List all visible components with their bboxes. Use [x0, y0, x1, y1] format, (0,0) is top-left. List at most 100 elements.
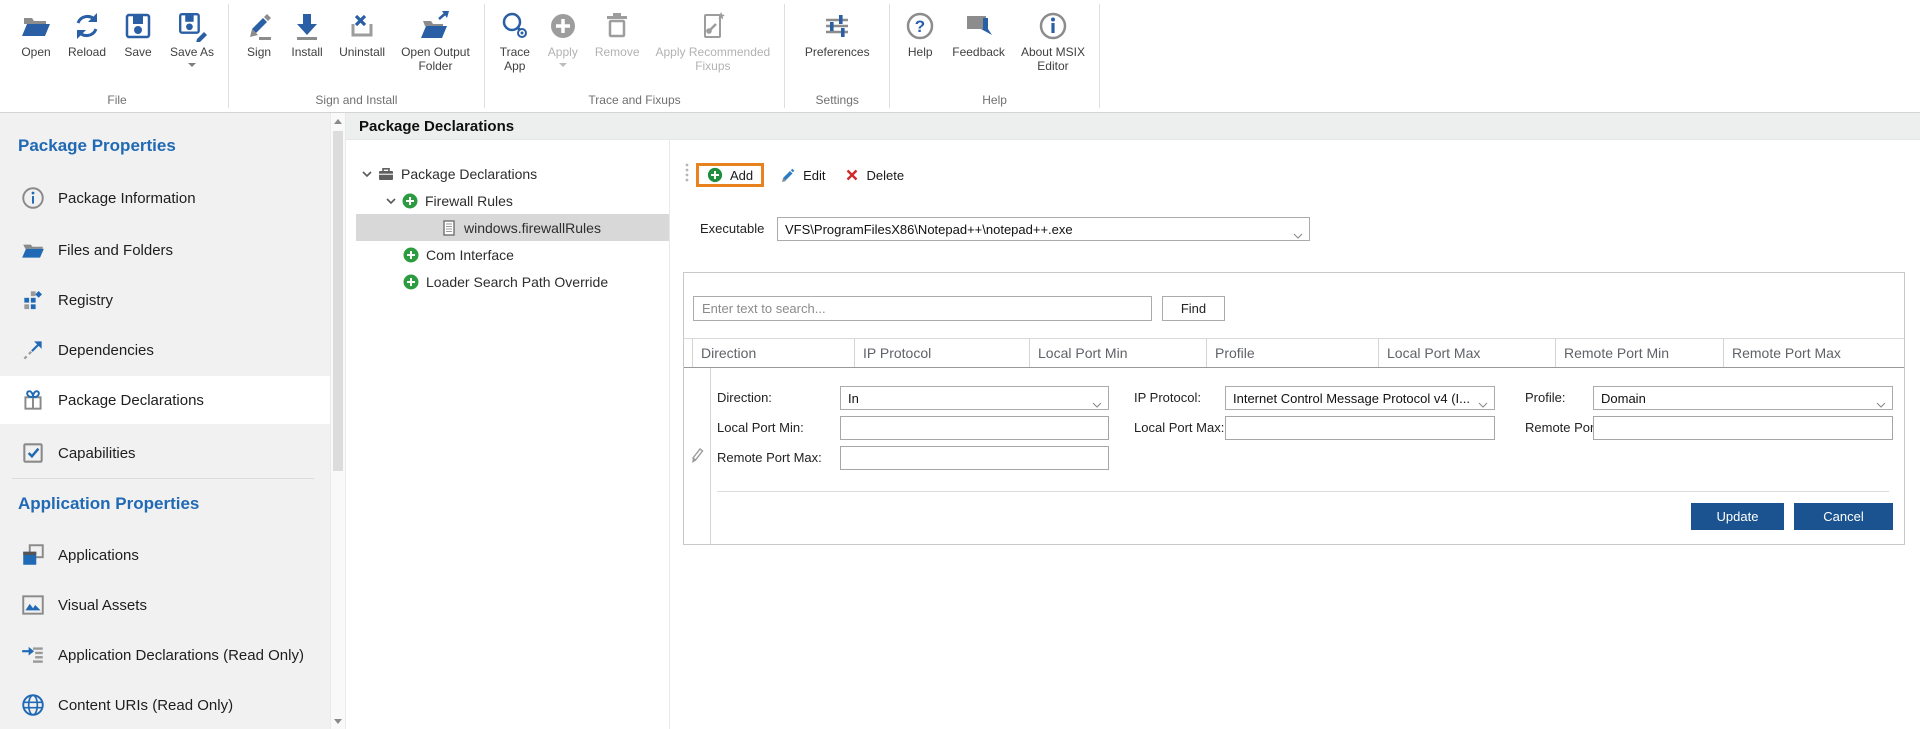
button-label: Reload: [68, 45, 106, 59]
grid-column-profile[interactable]: Profile: [1207, 339, 1379, 367]
ribbon-group-label: Sign and Install: [229, 91, 484, 112]
button-label: Install: [291, 45, 322, 59]
sidebar-item-applications[interactable]: Applications: [0, 531, 330, 579]
trace-app-button[interactable]: Trace App: [491, 7, 539, 76]
uninstall-button[interactable]: Uninstall: [331, 7, 393, 62]
about-msix-editor-button[interactable]: About MSIX Editor: [1013, 7, 1093, 76]
install-button[interactable]: Install: [283, 7, 331, 62]
scrollbar-down-arrow[interactable]: [331, 713, 345, 729]
sidebar-item-application-declarations[interactable]: Application Declarations (Read Only): [0, 631, 330, 679]
search-input[interactable]: [693, 296, 1152, 321]
delete-button[interactable]: Delete: [835, 163, 914, 187]
add-button[interactable]: Add: [696, 163, 764, 187]
tree-item-com-interface[interactable]: Com Interface: [356, 241, 669, 268]
gift-box-icon: [20, 387, 46, 413]
direction-label: Direction:: [717, 386, 772, 410]
sidebar-item-files-and-folders[interactable]: Files and Folders: [0, 226, 330, 274]
sidebar-item-visual-assets[interactable]: Visual Assets: [0, 581, 330, 629]
sidebar-divider: [12, 478, 314, 479]
delete-button-label: Delete: [867, 168, 905, 183]
save-as-icon: [176, 10, 208, 42]
tree-item-label: Loader Search Path Override: [426, 274, 608, 290]
ip-protocol-select[interactable]: Internet Control Message Protocol v4 (I.…: [1225, 386, 1495, 410]
open-output-folder-button[interactable]: Open Output Folder: [393, 7, 478, 76]
executable-row: Executable VFS\ProgramFilesX86\Notepad++…: [683, 217, 1905, 241]
save-as-button[interactable]: Save As: [162, 7, 222, 70]
sidebar-item-registry[interactable]: Registry: [0, 276, 330, 324]
tree-item-windows-firewallrules[interactable]: windows.firewallRules: [356, 214, 669, 241]
sidebar-scrollbar[interactable]: [330, 113, 346, 729]
declarations-tree: Package Declarations Firewall Rules wind…: [346, 140, 669, 729]
uninstall-icon: [346, 10, 378, 42]
ribbon-separator: [1099, 4, 1100, 108]
tree-item-label: Package Declarations: [401, 166, 537, 182]
reload-button[interactable]: Reload: [60, 7, 114, 62]
sidebar-item-package-information[interactable]: Package Information: [0, 174, 330, 222]
feedback-button[interactable]: Feedback: [944, 7, 1013, 62]
column-label: IP Protocol: [863, 345, 931, 361]
sidebar-item-capabilities[interactable]: Capabilities: [0, 429, 330, 477]
rule-edit-form: Direction: In IP Protocol: Internet Cont…: [684, 368, 1904, 544]
triangle-up-icon: [334, 119, 342, 124]
remote-port-max-input[interactable]: [840, 446, 1109, 470]
local-port-max-input[interactable]: [1225, 416, 1495, 440]
reload-icon: [71, 10, 103, 42]
grid-header-row: Direction IP Protocol Local Port Min Pro…: [684, 338, 1904, 368]
open-button[interactable]: Open: [12, 7, 60, 62]
sidebar-item-package-declarations[interactable]: Package Declarations: [0, 376, 330, 424]
local-port-min-input[interactable]: [840, 416, 1109, 440]
globe-icon: [20, 692, 46, 718]
tree-item-firewall-rules[interactable]: Firewall Rules: [356, 187, 669, 214]
grid-column-remote-port-min[interactable]: Remote Port Min: [1556, 339, 1724, 367]
sidebar-item-label: Visual Assets: [58, 597, 147, 614]
remove-button[interactable]: Remove: [587, 7, 648, 62]
plus-circle-icon: [707, 167, 723, 183]
edit-button[interactable]: Edit: [771, 163, 834, 187]
sidebar-heading-package-properties: Package Properties: [18, 136, 176, 156]
button-label: Apply Recommended Fixups: [656, 45, 771, 73]
info-icon: [20, 185, 46, 211]
scrollbar-up-arrow[interactable]: [331, 113, 345, 129]
profile-select[interactable]: Domain: [1593, 386, 1893, 410]
save-button[interactable]: Save: [114, 7, 162, 62]
chevron-down-icon[interactable]: [384, 194, 398, 208]
sidebar-item-content-uris[interactable]: Content URIs (Read Only): [0, 681, 330, 729]
grid-column-ip-protocol[interactable]: IP Protocol: [855, 339, 1030, 367]
toolbar-grip-icon[interactable]: [685, 163, 689, 188]
panel-splitter[interactable]: [669, 140, 683, 729]
tree-item-package-declarations[interactable]: Package Declarations: [356, 160, 669, 187]
executable-select[interactable]: VFS\ProgramFilesX86\Notepad++\notepad++.…: [777, 217, 1310, 241]
folder-icon: [20, 237, 46, 263]
sidebar-item-label: Capabilities: [58, 445, 136, 462]
ribbon-group-label: File: [6, 91, 228, 112]
button-label: Help: [908, 45, 933, 59]
apply-button[interactable]: Apply: [539, 7, 587, 70]
grid-column-direction[interactable]: Direction: [693, 339, 855, 367]
scrollbar-thumb[interactable]: [333, 131, 343, 471]
grid-row-indicator-column: [684, 368, 711, 544]
find-button[interactable]: Find: [1162, 296, 1225, 321]
preferences-button[interactable]: Preferences: [797, 7, 878, 62]
remote-port-min-input[interactable]: [1593, 416, 1893, 440]
trash-icon: [601, 10, 633, 42]
update-button[interactable]: Update: [1691, 503, 1784, 530]
help-button[interactable]: ? Help: [896, 7, 944, 62]
executable-value: VFS\ProgramFilesX86\Notepad++\notepad++.…: [785, 222, 1073, 237]
ip-protocol-value: Internet Control Message Protocol v4 (I.…: [1233, 391, 1470, 406]
help-icon: ?: [904, 10, 936, 42]
grid-column-local-port-max[interactable]: Local Port Max: [1379, 339, 1556, 367]
grid-column-remote-port-max[interactable]: Remote Port Max: [1724, 339, 1904, 367]
profile-value: Domain: [1601, 391, 1646, 406]
edit-button-label: Edit: [803, 168, 825, 183]
cancel-button[interactable]: Cancel: [1794, 503, 1893, 530]
apply-recommended-fixups-button[interactable]: Apply Recommended Fixups: [648, 7, 779, 76]
fixups-icon: [697, 10, 729, 42]
grid-column-local-port-min[interactable]: Local Port Min: [1030, 339, 1207, 367]
open-output-folder-icon: [419, 10, 451, 42]
tree-item-loader-search-path-override[interactable]: Loader Search Path Override: [356, 268, 669, 295]
direction-select[interactable]: In: [840, 386, 1109, 410]
sign-button[interactable]: Sign: [235, 7, 283, 62]
chevron-down-icon[interactable]: [360, 167, 374, 181]
form-separator: [717, 491, 1889, 492]
sidebar-item-dependencies[interactable]: Dependencies: [0, 326, 330, 374]
